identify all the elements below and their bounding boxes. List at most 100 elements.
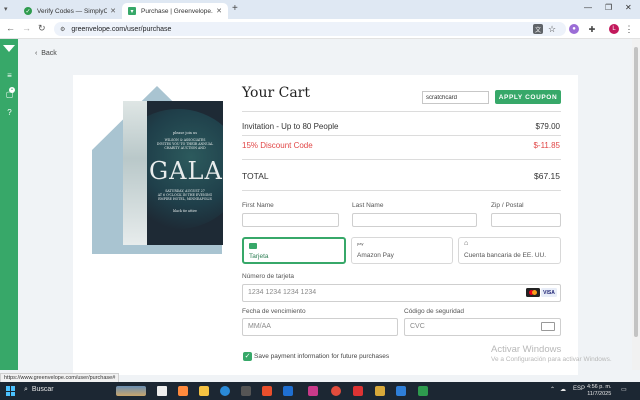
invitation-line: black tie attire	[173, 209, 197, 213]
tab-title: Purchase | Greenvelope.com	[141, 7, 213, 15]
taskbar-clock[interactable]: 4:56 p. m. 11/7/2025	[587, 384, 611, 398]
url-input[interactable]: ⚙ greenvelope.com/user/purchase	[54, 22, 566, 36]
edge-icon[interactable]	[220, 386, 230, 396]
divider	[242, 135, 561, 136]
last-name-label: Last Name	[352, 202, 384, 209]
windows-taskbar: ⌕ Buscar ⌃ ☁ ESP 4:56 p. m. 11/7/2025 ▭	[0, 382, 640, 400]
site-info-icon[interactable]: ⚙	[60, 26, 65, 33]
tray-chevron-icon[interactable]: ⌃	[550, 386, 555, 393]
cvc-field[interactable]	[404, 318, 561, 336]
greenvelope-logo[interactable]	[3, 45, 15, 52]
payment-option-bank[interactable]: ⌂ Cuenta bancaria de EE. UU.	[458, 237, 561, 264]
card-number-placeholder: 1234 1234 1234 1234	[248, 289, 317, 296]
payment-option-label: Tarjeta	[249, 253, 269, 260]
expiry-placeholder: MM/AA	[248, 323, 271, 330]
help-icon[interactable]: ?	[5, 108, 14, 117]
close-window-icon[interactable]: ✕	[625, 3, 632, 12]
zip-label: Zip / Postal	[491, 202, 524, 209]
back-arrow-icon[interactable]: ←	[6, 23, 15, 33]
expiry-label: Fecha de vencimiento	[242, 308, 306, 315]
tab-title: Verify Codes — SimplyCodes	[37, 7, 108, 15]
back-link[interactable]: ‹ Back	[35, 50, 57, 57]
last-name-field[interactable]	[352, 213, 477, 227]
app-icon[interactable]	[375, 386, 385, 396]
page-scrollbar[interactable]	[632, 39, 640, 370]
first-name-label: First Name	[242, 202, 274, 209]
windows-start-icon[interactable]	[6, 386, 16, 396]
invitation-title: GALA	[149, 157, 223, 185]
notification-badge: •	[9, 87, 15, 93]
cvc-card-icon	[541, 322, 555, 331]
tab-close-icon[interactable]: ✕	[110, 7, 116, 15]
taskbar-search-label: Buscar	[31, 386, 54, 393]
profile-avatar[interactable]: L	[609, 24, 619, 34]
new-tab-icon[interactable]: +	[232, 3, 238, 14]
restore-icon[interactable]: ❐	[605, 3, 612, 12]
minimize-icon[interactable]: —	[584, 3, 592, 12]
task-view-icon[interactable]	[157, 386, 167, 396]
onedrive-icon[interactable]: ☁	[560, 386, 566, 393]
tab-greenvelope[interactable]: ▾ Purchase | Greenvelope.com ✕	[122, 3, 228, 19]
tab-close-icon[interactable]: ✕	[216, 7, 222, 15]
payment-option-label: Cuenta bancaria de EE. UU.	[464, 252, 547, 259]
discount-label: 15% Discount Code	[242, 141, 313, 150]
divider	[242, 159, 561, 160]
clock-time: 4:56 p. m.	[587, 384, 612, 390]
extensions-puzzle-icon[interactable]: ✚	[587, 24, 597, 34]
address-bar: ← → ↻ ⚙ greenvelope.com/user/purchase 文 …	[0, 19, 640, 39]
save-payment-label: Save payment information for future purc…	[254, 353, 390, 360]
cart-title: Your Cart	[242, 85, 310, 101]
menu-icon[interactable]: ≡	[5, 71, 14, 80]
simplycodes-favicon-icon: ✓	[24, 7, 32, 15]
chrome-icon[interactable]	[331, 386, 341, 396]
visa-icon: VISA	[541, 288, 557, 297]
store-icon[interactable]	[241, 386, 251, 396]
app-sidebar: ≡ ▢ • ?	[0, 39, 18, 370]
activation-watermark-title: Activar Windows	[491, 344, 562, 355]
invitation-line: please join us	[172, 131, 198, 135]
office-icon[interactable]	[262, 386, 272, 396]
copilot-icon[interactable]	[178, 386, 188, 396]
mastercard-icon	[526, 288, 540, 297]
discount-value: $-11.85	[533, 141, 560, 150]
notifications-icon[interactable]: ▭	[621, 386, 627, 393]
invitation-line: WILSON & ASSOCIATES INVITES YOU TO THEIR…	[156, 138, 214, 151]
forward-arrow-icon[interactable]: →	[22, 23, 31, 33]
app-icon[interactable]	[308, 386, 318, 396]
taskbar-widget-icon[interactable]	[116, 386, 146, 396]
line-item-price: $79.00	[535, 122, 560, 131]
bookmark-star-icon[interactable]: ☆	[547, 24, 557, 34]
total-value: $67.15	[534, 171, 560, 181]
cvc-placeholder: CVC	[410, 323, 425, 330]
amazon-pay-icon: pay	[357, 241, 364, 246]
cvc-label: Código de seguridad	[404, 308, 464, 315]
file-explorer-icon[interactable]	[199, 386, 209, 396]
first-name-field[interactable]	[242, 213, 339, 227]
payment-option-amazon-pay[interactable]: pay Amazon Pay	[351, 237, 453, 264]
invitation-line: SATURDAY, AUGUST 27 AT 6 O'CLOCK IN THE …	[157, 189, 213, 202]
app-icon[interactable]	[353, 386, 363, 396]
activation-watermark-subtitle: Ve a Configuración para activar Windows.	[491, 356, 612, 363]
promo-code-input[interactable]	[422, 91, 489, 104]
language-indicator[interactable]: ESP	[573, 386, 585, 392]
invitation-texture	[123, 101, 147, 245]
scrollbar-thumb[interactable]	[634, 47, 638, 337]
outlook-icon[interactable]	[283, 386, 293, 396]
payment-option-card[interactable]: Tarjeta	[242, 237, 346, 264]
app-icon[interactable]	[396, 386, 406, 396]
browser-tab-bar: ▾ ✓ Verify Codes — SimplyCodes ✕ ▾ Purch…	[0, 0, 640, 19]
save-payment-checkbox[interactable]: ✓	[243, 352, 252, 361]
reload-icon[interactable]: ↻	[38, 23, 46, 34]
browser-menu-icon[interactable]: ⋮	[624, 24, 634, 34]
taskbar-search[interactable]: ⌕ Buscar	[24, 386, 54, 394]
bank-icon: ⌂	[464, 240, 469, 247]
tab-simplycodes[interactable]: ✓ Verify Codes — SimplyCodes ✕	[18, 3, 122, 19]
tab-search-icon[interactable]: ▾	[4, 5, 8, 13]
translate-icon[interactable]: 文	[533, 24, 543, 34]
clock-date: 11/7/2025	[587, 391, 612, 397]
apply-coupon-button[interactable]: APPLY COUPON	[495, 90, 561, 104]
zip-field[interactable]	[491, 213, 561, 227]
extension-icon[interactable]: ●	[569, 24, 579, 34]
excel-icon[interactable]	[418, 386, 428, 396]
invitation-preview: please join us WILSON & ASSOCIATES INVIT…	[123, 101, 223, 245]
